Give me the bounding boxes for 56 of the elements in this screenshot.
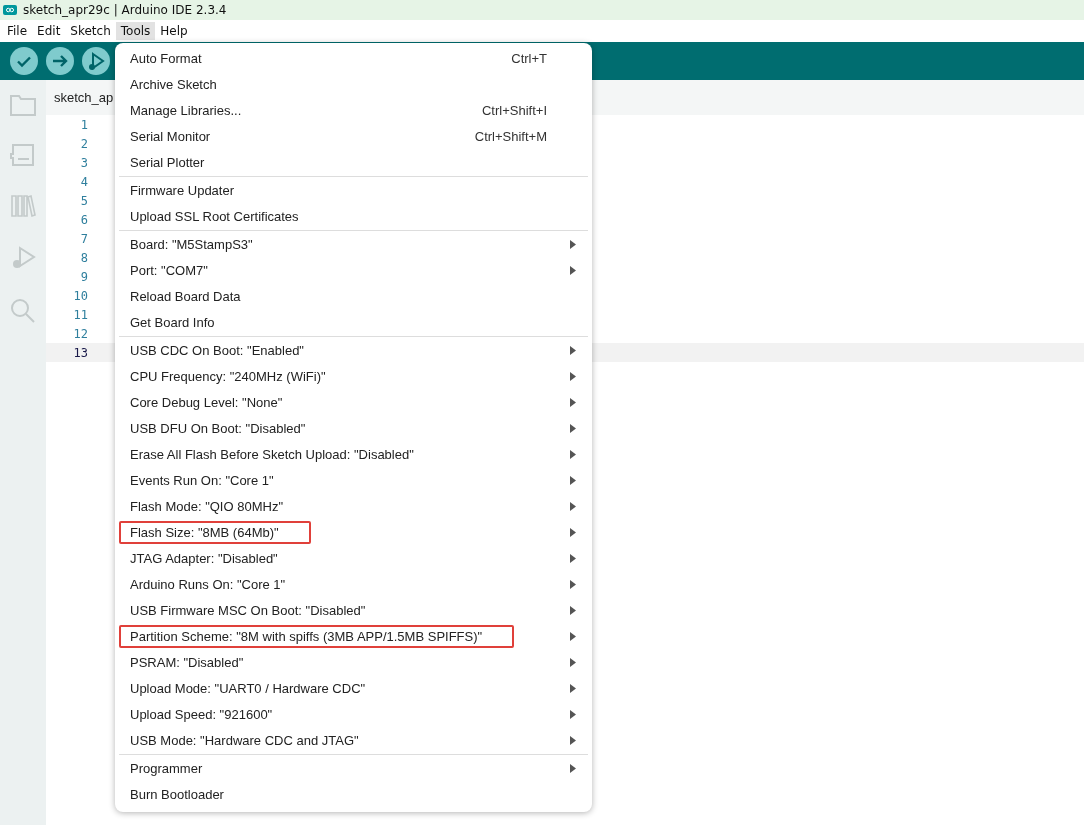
- line-number: 10: [72, 288, 88, 303]
- menu-bar-item[interactable]: Sketch: [65, 22, 116, 40]
- menu-item[interactable]: Erase All Flash Before Sketch Upload: "Disabled": [119, 441, 588, 467]
- menu-item[interactable]: Upload Speed: "921600": [119, 701, 588, 727]
- menu-item[interactable]: Port: "COM7": [119, 257, 588, 283]
- menu-item[interactable]: Programmer: [119, 755, 588, 781]
- line-number: 5: [79, 193, 88, 208]
- menu-item[interactable]: Flash Mode: "QIO 80MHz": [119, 493, 588, 519]
- infinity-logo-icon: [3, 5, 17, 15]
- menu-bar-item[interactable]: Edit: [32, 22, 66, 40]
- menu-item[interactable]: CPU Frequency: "240MHz (WiFi)": [119, 363, 588, 389]
- menu-item[interactable]: USB DFU On Boot: "Disabled": [119, 415, 588, 441]
- folder-icon[interactable]: [10, 94, 36, 116]
- menu-item[interactable]: Upload Mode: "UART0 / Hardware CDC": [119, 675, 588, 701]
- line-number: 6: [79, 212, 88, 227]
- menu-item[interactable]: USB Firmware MSC On Boot: "Disabled": [119, 597, 588, 623]
- menu-item[interactable]: Reload Board Data: [119, 283, 588, 309]
- window-title: sketch_apr29c | Arduino IDE 2.3.4: [23, 3, 227, 17]
- debug-play-icon[interactable]: [82, 47, 110, 75]
- line-number: 7: [79, 231, 88, 246]
- editor-tab[interactable]: sketch_ap: [46, 90, 114, 105]
- menu-item[interactable]: Archive Sketch: [119, 71, 588, 97]
- menu-item[interactable]: JTAG Adapter: "Disabled": [119, 545, 588, 571]
- menu-item[interactable]: PSRAM: "Disabled": [119, 649, 588, 675]
- line-number: 1: [79, 117, 88, 132]
- menu-item[interactable]: Flash Size: "8MB (64Mb)": [119, 519, 588, 545]
- menu-item[interactable]: Get Board Info: [119, 309, 588, 335]
- line-number: 4: [79, 174, 88, 189]
- menu-item[interactable]: Upload SSL Root Certificates: [119, 203, 588, 229]
- board-icon[interactable]: [10, 144, 36, 166]
- line-number: 11: [72, 307, 88, 322]
- line-number: 3: [79, 155, 88, 170]
- menu-item[interactable]: Core Debug Level: "None": [119, 389, 588, 415]
- line-number: 8: [79, 250, 88, 265]
- menu-item[interactable]: Events Run On: "Core 1": [119, 467, 588, 493]
- verify-check-icon[interactable]: [10, 47, 38, 75]
- menu-item[interactable]: Firmware Updater: [119, 177, 588, 203]
- menu-item[interactable]: Auto Format Ctrl+T: [119, 45, 588, 71]
- menu-item[interactable]: USB Mode: "Hardware CDC and JTAG": [119, 727, 588, 753]
- line-number: 9: [79, 269, 88, 284]
- library-books-icon[interactable]: [10, 194, 36, 218]
- menu-item[interactable]: Board: "M5StampS3": [119, 231, 588, 257]
- menu-item[interactable]: USB CDC On Boot: "Enabled": [119, 337, 588, 363]
- menu-item[interactable]: Serial Monitor Ctrl+Shift+M: [119, 123, 588, 149]
- menu-bar-item[interactable]: File: [2, 22, 33, 40]
- menu-item[interactable]: Manage Libraries... Ctrl+Shift+I: [119, 97, 588, 123]
- line-number: 13: [72, 345, 88, 360]
- menu-item[interactable]: Arduino Runs On: "Core 1": [119, 571, 588, 597]
- line-number: 12: [72, 326, 88, 341]
- menu-bar-item[interactable]: Help: [155, 22, 193, 40]
- search-icon[interactable]: [10, 298, 36, 324]
- menu-item[interactable]: Serial Plotter: [119, 149, 588, 175]
- menu-item[interactable]: Burn Bootloader: [119, 781, 588, 807]
- menu-bar-item[interactable]: Tools: [115, 22, 156, 40]
- line-number: 2: [79, 136, 88, 151]
- debug-icon[interactable]: [10, 246, 36, 270]
